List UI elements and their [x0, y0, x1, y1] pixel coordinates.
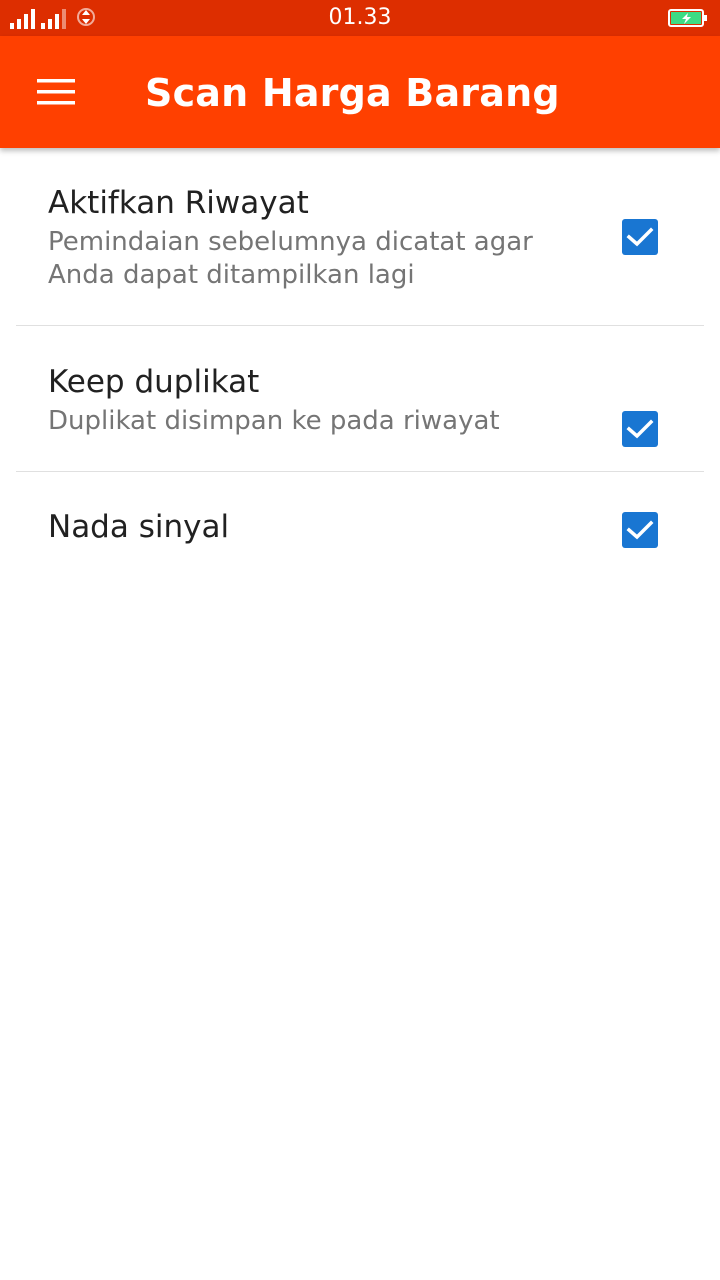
checkmark-icon — [626, 227, 654, 247]
pref-keep-duplikat[interactable]: Keep duplikat Duplikat disimpan ke pada … — [16, 326, 704, 472]
pref-title: Keep duplikat — [48, 364, 260, 400]
pref-title: Aktifkan Riwayat — [48, 185, 309, 221]
status-time: 01.33 — [328, 5, 392, 30]
checkbox-keep-duplikat[interactable] — [622, 411, 658, 447]
pref-summary: Duplikat disimpan ke pada riwayat — [48, 406, 500, 436]
checkbox-aktifkan-riwayat[interactable] — [622, 219, 658, 255]
app-title: Scan Harga Barang — [145, 71, 560, 115]
battery-charging-icon — [668, 9, 707, 27]
checkmark-icon — [626, 520, 654, 540]
app-bar: Scan Harga Barang — [0, 36, 720, 148]
checkmark-icon — [626, 419, 654, 439]
pref-title: Nada sinyal — [48, 509, 230, 545]
pref-summary: Pemindaian sebelumnya dicatat agar Anda … — [48, 227, 533, 290]
pref-aktifkan-riwayat[interactable]: Aktifkan Riwayat Pemindaian sebelumnya d… — [16, 148, 704, 326]
checkbox-nada-sinyal[interactable] — [622, 512, 658, 548]
settings-list: Aktifkan Riwayat Pemindaian sebelumnya d… — [16, 148, 704, 582]
pref-nada-sinyal[interactable]: Nada sinyal — [16, 472, 704, 582]
menu-button[interactable] — [24, 64, 88, 120]
status-bar: 01.33 — [0, 0, 720, 36]
hamburger-menu-icon — [37, 79, 75, 105]
